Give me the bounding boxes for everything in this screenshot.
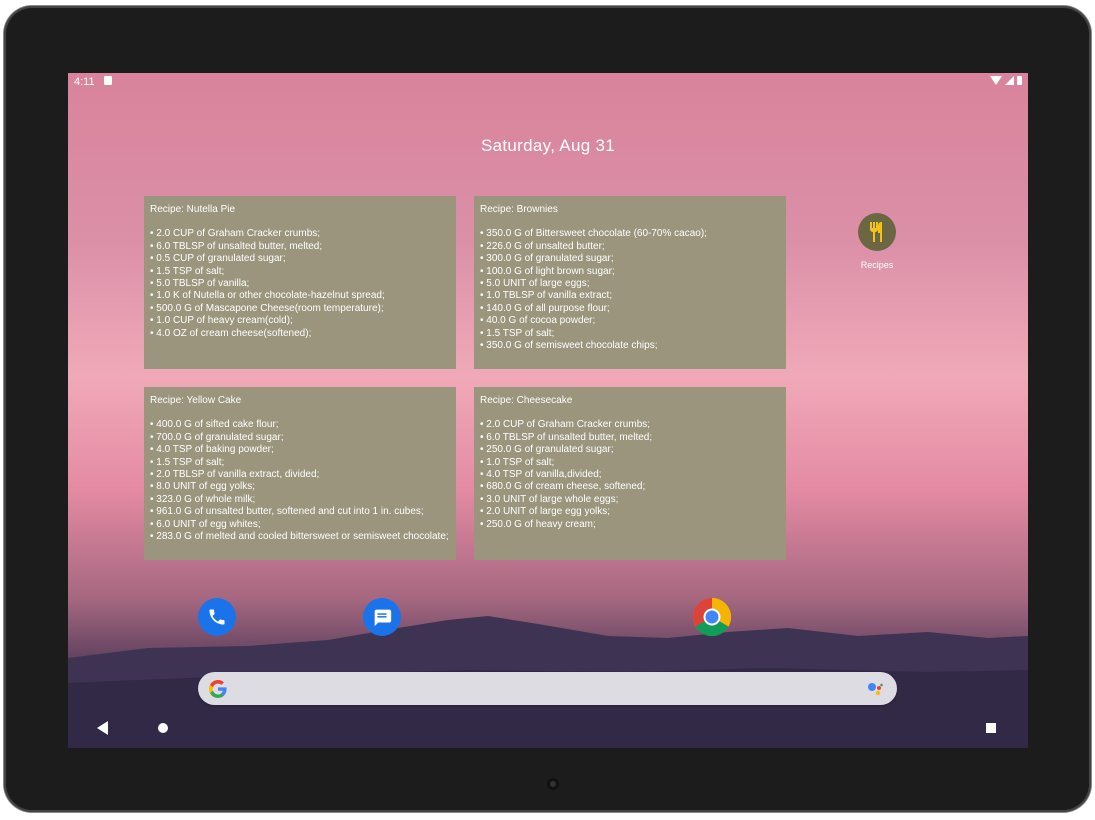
recipes-app-icon[interactable] bbox=[858, 213, 896, 251]
list-item: 4.0 TSP of vanilla,divided; bbox=[480, 469, 780, 481]
ingredient-list: 400.0 G of sifted cake flour; 700.0 G of… bbox=[150, 419, 450, 543]
recipes-app-label[interactable]: Recipes bbox=[848, 260, 906, 270]
list-item: 0.5 CUP of granulated sugar; bbox=[150, 253, 450, 265]
recipe-widget-nutella-pie[interactable]: Recipe: Nutella Pie 2.0 CUP of Graham Cr… bbox=[144, 196, 456, 369]
chrome-app-button[interactable] bbox=[693, 598, 731, 636]
list-item: 1.0 TBLSP of vanilla extract; bbox=[480, 290, 780, 302]
list-item: 961.0 G of unsalted butter, softened and… bbox=[150, 506, 450, 518]
list-item: 40.0 G of cocoa powder; bbox=[480, 315, 780, 327]
list-item: 1.0 TSP of salt; bbox=[480, 457, 780, 469]
list-item: 2.0 TBLSP of vanilla extract, divided; bbox=[150, 469, 450, 481]
list-item: 140.0 G of all purpose flour; bbox=[480, 303, 780, 315]
list-item: 500.0 G of Mascapone Cheese(room tempera… bbox=[150, 303, 450, 315]
back-button[interactable] bbox=[97, 721, 108, 735]
list-item: 300.0 G of granulated sugar; bbox=[480, 253, 780, 265]
list-item: 680.0 G of cream cheese, softened; bbox=[480, 481, 780, 493]
list-item: 323.0 G of whole milk; bbox=[150, 494, 450, 506]
messages-app-button[interactable] bbox=[363, 598, 401, 636]
list-item: 3.0 UNIT of large whole eggs; bbox=[480, 494, 780, 506]
front-camera bbox=[547, 778, 559, 790]
ingredient-list: 2.0 CUP of Graham Cracker crumbs; 6.0 TB… bbox=[150, 228, 450, 340]
list-item: 350.0 G of semisweet chocolate chips; bbox=[480, 340, 780, 352]
status-icons bbox=[990, 76, 1022, 85]
list-item: 250.0 G of granulated sugar; bbox=[480, 444, 780, 456]
list-item: 5.0 TBLSP of vanilla; bbox=[150, 278, 450, 290]
list-item: 2.0 CUP of Graham Cracker crumbs; bbox=[150, 228, 450, 240]
list-item: 1.5 TSP of salt; bbox=[480, 328, 780, 340]
google-g-icon bbox=[209, 680, 227, 698]
date-widget[interactable]: Saturday, Aug 31 bbox=[68, 136, 1028, 156]
list-item: 5.0 UNIT of large eggs; bbox=[480, 278, 780, 290]
battery-icon bbox=[1017, 76, 1022, 85]
list-item: 226.0 G of unsalted butter; bbox=[480, 241, 780, 253]
list-item: 350.0 G of Bittersweet chocolate (60-70%… bbox=[480, 228, 780, 240]
recipe-widget-yellow-cake[interactable]: Recipe: Yellow Cake 400.0 G of sifted ca… bbox=[144, 387, 456, 560]
list-item: 2.0 UNIT of large egg yolks; bbox=[480, 506, 780, 518]
google-search-bar[interactable] bbox=[198, 672, 897, 705]
fork-knife-icon bbox=[870, 222, 882, 242]
list-item: 1.5 TSP of salt; bbox=[150, 457, 450, 469]
recents-button[interactable] bbox=[986, 723, 996, 733]
ingredient-list: 350.0 G of Bittersweet chocolate (60-70%… bbox=[480, 228, 780, 352]
list-item: 1.5 TSP of salt; bbox=[150, 266, 450, 278]
home-screen: 4:11 Saturday, Aug 31 Recipe: Nutella Pi… bbox=[68, 73, 1028, 748]
list-item: 6.0 UNIT of egg whites; bbox=[150, 519, 450, 531]
list-item: 4.0 TSP of baking powder; bbox=[150, 444, 450, 456]
list-item: 1.0 K of Nutella or other chocolate-haze… bbox=[150, 290, 450, 302]
recipe-widget-brownies[interactable]: Recipe: Brownies 350.0 G of Bittersweet … bbox=[474, 196, 786, 369]
list-item: 700.0 G of granulated sugar; bbox=[150, 432, 450, 444]
widget-title: Recipe: Brownies bbox=[480, 204, 558, 215]
phone-icon bbox=[209, 609, 225, 625]
list-item: 8.0 UNIT of egg yolks; bbox=[150, 481, 450, 493]
notification-icon bbox=[104, 76, 112, 85]
list-item: 400.0 G of sifted cake flour; bbox=[150, 419, 450, 431]
list-item: 2.0 CUP of Graham Cracker crumbs; bbox=[480, 419, 780, 431]
chrome-icon bbox=[693, 598, 731, 636]
navigation-bar bbox=[68, 708, 1028, 748]
status-bar: 4:11 bbox=[68, 73, 1028, 91]
wifi-icon bbox=[990, 76, 1002, 85]
list-item: 100.0 G of light brown sugar; bbox=[480, 266, 780, 278]
recipe-widget-cheesecake[interactable]: Recipe: Cheesecake 2.0 CUP of Graham Cra… bbox=[474, 387, 786, 560]
list-item: 6.0 TBLSP of unsalted butter, melted; bbox=[150, 241, 450, 253]
home-button[interactable] bbox=[158, 723, 168, 733]
signal-icon bbox=[1005, 76, 1014, 85]
list-item: 1.0 CUP of heavy cream(cold); bbox=[150, 315, 450, 327]
phone-app-button[interactable] bbox=[198, 598, 236, 636]
list-item: 6.0 TBLSP of unsalted butter, melted; bbox=[480, 432, 780, 444]
ingredient-list: 2.0 CUP of Graham Cracker crumbs; 6.0 TB… bbox=[480, 419, 780, 531]
widget-title: Recipe: Nutella Pie bbox=[150, 204, 236, 215]
widget-title: Recipe: Yellow Cake bbox=[150, 395, 242, 406]
messages-icon bbox=[374, 609, 392, 627]
assistant-icon[interactable] bbox=[867, 682, 883, 696]
list-item: 4.0 OZ of cream cheese(softened); bbox=[150, 328, 450, 340]
list-item: 250.0 G of heavy cream; bbox=[480, 519, 780, 531]
widget-title: Recipe: Cheesecake bbox=[480, 395, 573, 406]
list-item: 283.0 G of melted and cooled bittersweet… bbox=[150, 531, 450, 543]
status-time: 4:11 bbox=[74, 76, 95, 88]
